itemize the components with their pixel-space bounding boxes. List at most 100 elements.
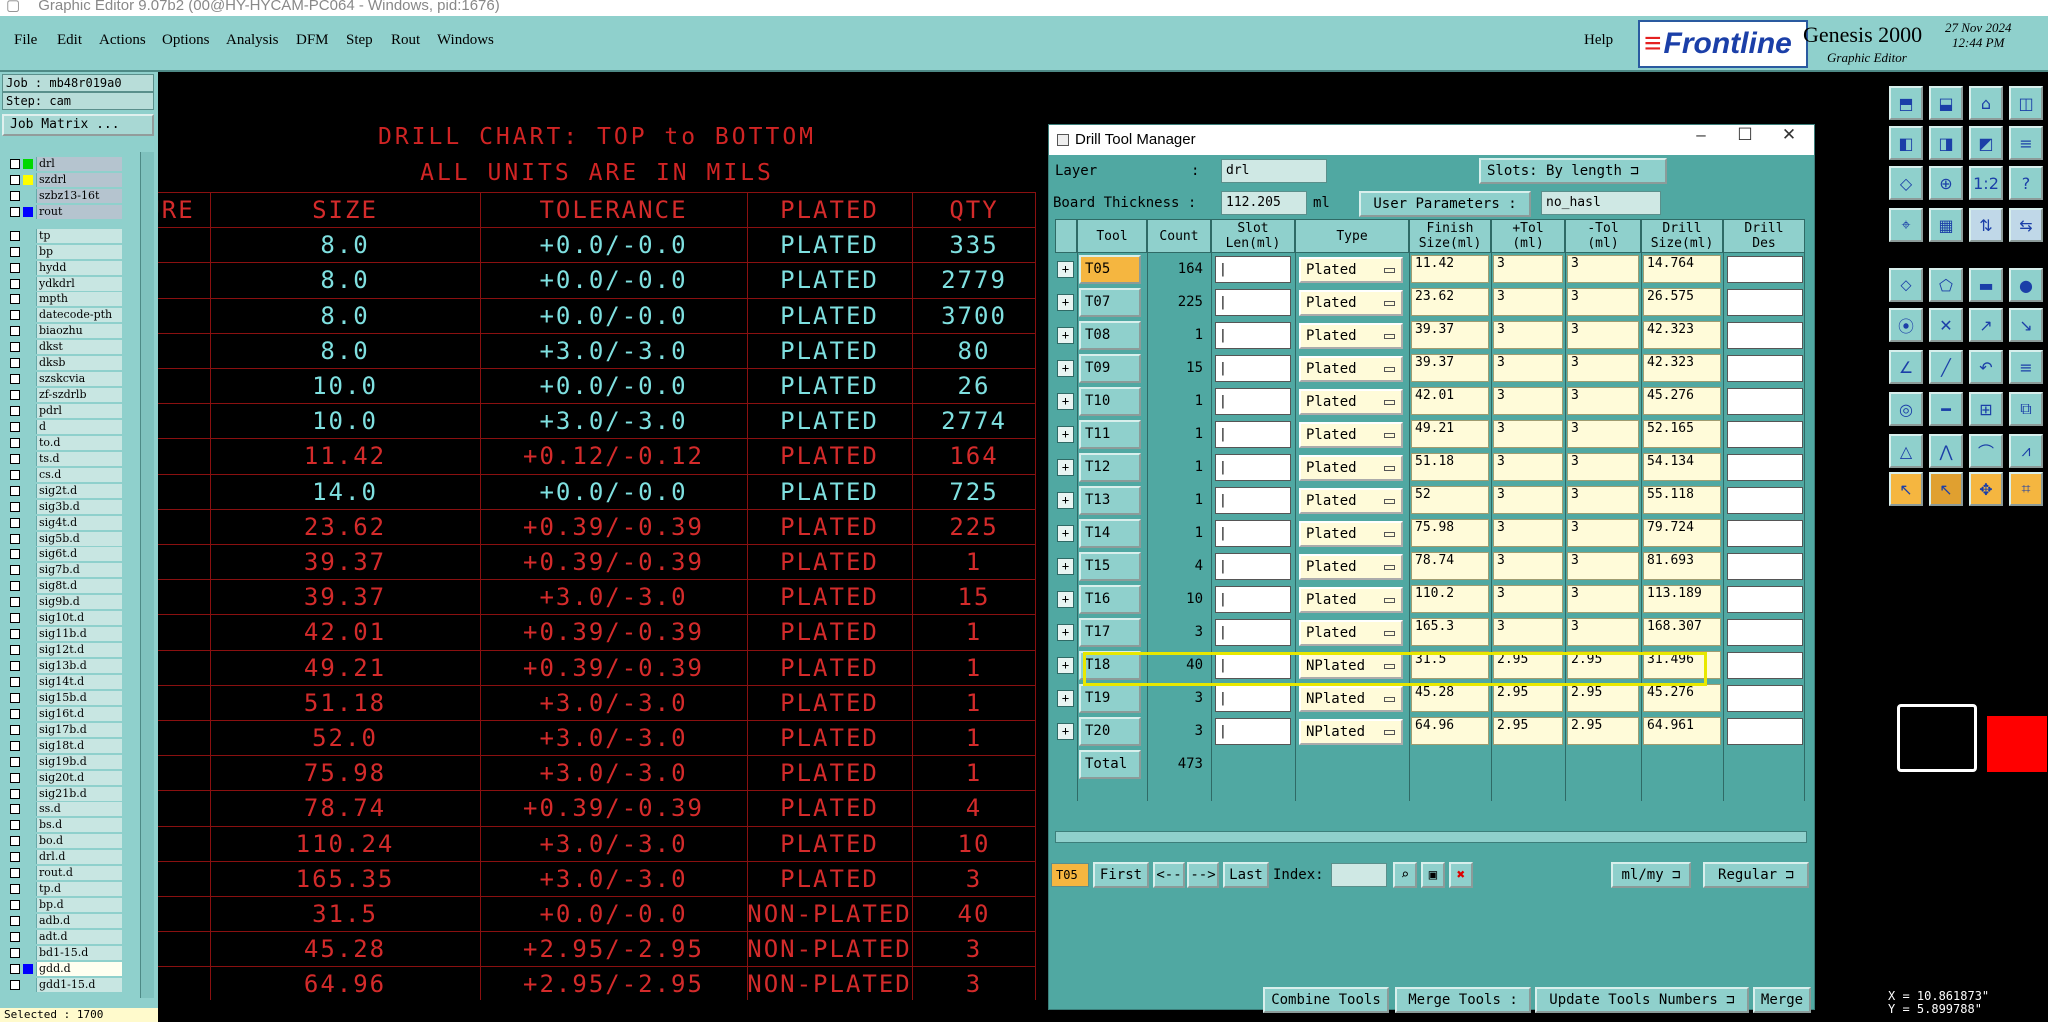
- layer-item[interactable]: sig21b.d: [4, 786, 124, 802]
- drill-des-field[interactable]: [1727, 520, 1803, 547]
- tool-row[interactable]: + T09 15 | Plated 39.37 3 3 42.323: [1055, 352, 1805, 385]
- layer-checkbox[interactable]: [10, 310, 20, 321]
- arrow-icon[interactable]: ⋀: [1929, 434, 1963, 468]
- last-button[interactable]: Last: [1223, 862, 1269, 888]
- layer-item[interactable]: tp: [4, 228, 124, 244]
- ntol-field[interactable]: 3: [1567, 321, 1639, 349]
- split-icon[interactable]: ◩: [1969, 126, 2003, 160]
- shape-icon[interactable]: ⬠: [1929, 268, 1963, 302]
- snap2-icon[interactable]: ⇆: [2009, 208, 2043, 242]
- layer-checkbox[interactable]: [10, 517, 20, 528]
- layer-checkbox[interactable]: [10, 900, 20, 911]
- layer-checkbox[interactable]: [10, 931, 20, 942]
- column-header[interactable]: Type: [1295, 219, 1409, 253]
- layer-item[interactable]: sig12t.d: [4, 642, 124, 658]
- tool-row[interactable]: + T05 164 | Plated 11.42 3 3 14.764: [1055, 253, 1805, 286]
- layer-item[interactable]: zf-szdrlb: [4, 387, 124, 403]
- layer-item[interactable]: sig14t.d: [4, 674, 124, 690]
- layer-item[interactable]: dksb: [4, 355, 124, 371]
- layer-checkbox[interactable]: [10, 661, 20, 672]
- draw-icon[interactable]: ∠: [1889, 350, 1923, 384]
- layer-item[interactable]: tp.d: [4, 881, 124, 897]
- triangle-icon[interactable]: △: [1889, 434, 1923, 468]
- layer-checkbox[interactable]: [10, 708, 20, 719]
- minimize-button[interactable]: –: [1679, 125, 1723, 155]
- drill-des-field[interactable]: [1727, 553, 1803, 580]
- scale-icon[interactable]: 1:2: [1969, 166, 2003, 200]
- prev-button[interactable]: <--: [1153, 862, 1185, 888]
- layer-item[interactable]: pdrl: [4, 403, 124, 419]
- slot-length-field[interactable]: |: [1215, 355, 1291, 382]
- ntol-field[interactable]: 3: [1567, 354, 1639, 382]
- expand-icon[interactable]: +: [1057, 360, 1074, 377]
- layer-item[interactable]: sig17b.d: [4, 722, 124, 738]
- expand-icon[interactable]: +: [1057, 492, 1074, 509]
- layer-item[interactable]: to.d: [4, 435, 124, 451]
- layer-item[interactable]: drl: [4, 156, 124, 172]
- layer-checkbox[interactable]: [10, 947, 20, 958]
- layer-item[interactable]: sig6t.d: [4, 547, 124, 563]
- type-selector[interactable]: NPlated: [1299, 686, 1403, 712]
- layer-checkbox[interactable]: [10, 158, 20, 169]
- drill-des-field[interactable]: [1727, 652, 1803, 679]
- layer-checkbox[interactable]: [10, 788, 20, 799]
- layer-checkbox[interactable]: [10, 374, 20, 385]
- menu-rout[interactable]: Rout: [391, 32, 420, 49]
- layer-item[interactable]: dkst: [4, 339, 124, 355]
- tool-button[interactable]: T20: [1079, 717, 1141, 746]
- ptol-field[interactable]: 3: [1493, 552, 1563, 580]
- update-tools-numbers-selector[interactable]: Update Tools Numbers ⊐: [1535, 987, 1749, 1013]
- layer-checkbox[interactable]: [10, 453, 20, 464]
- drill-field[interactable]: 42.323: [1643, 354, 1721, 382]
- slot-length-field[interactable]: |: [1215, 553, 1291, 580]
- layer-item[interactable]: sig10t.d: [4, 610, 124, 626]
- ntol-field[interactable]: 3: [1567, 519, 1639, 547]
- slot-length-field[interactable]: |: [1215, 652, 1291, 679]
- finish-field[interactable]: 49.21: [1411, 420, 1489, 448]
- tool-button[interactable]: T16: [1079, 585, 1141, 614]
- column-header[interactable]: [1055, 219, 1077, 253]
- layer-checkbox[interactable]: [10, 206, 20, 217]
- expand-icon[interactable]: +: [1057, 426, 1074, 443]
- tool-row[interactable]: + T12 1 | Plated 51.18 3 3 54.134: [1055, 451, 1805, 484]
- layer-item[interactable]: datecode-pth: [4, 307, 124, 323]
- layer-item[interactable]: drl.d: [4, 849, 124, 865]
- type-selector[interactable]: Plated: [1299, 587, 1403, 613]
- type-selector[interactable]: NPlated: [1299, 719, 1403, 745]
- layer-item[interactable]: bo.d: [4, 833, 124, 849]
- expand-icon[interactable]: +: [1057, 459, 1074, 476]
- layer-item[interactable]: [4, 220, 124, 228]
- tool-row[interactable]: + T08 1 | Plated 39.37 3 3 42.323: [1055, 319, 1805, 352]
- layer-item[interactable]: sig19b.d: [4, 754, 124, 770]
- type-selector[interactable]: Plated: [1299, 620, 1403, 646]
- layer-item[interactable]: d: [4, 419, 124, 435]
- left-icon[interactable]: ◧: [1889, 126, 1923, 160]
- text-icon[interactable]: ≡: [2009, 350, 2043, 384]
- layer-item[interactable]: ydkdrl: [4, 276, 124, 292]
- select-icon[interactable]: ⬦: [1889, 268, 1923, 302]
- menu-windows[interactable]: Windows: [437, 32, 494, 49]
- layers-icon[interactable]: ≡: [2009, 126, 2043, 160]
- finish-field[interactable]: 64.96: [1411, 717, 1489, 745]
- tool-row[interactable]: + T20 3 | NPlated 64.96 2.95 2.95 64.961: [1055, 715, 1805, 748]
- ptol-field[interactable]: 3: [1493, 387, 1563, 415]
- tool-button[interactable]: T13: [1079, 486, 1141, 515]
- ptol-field[interactable]: 3: [1493, 354, 1563, 382]
- layer-item[interactable]: szskcvia: [4, 371, 124, 387]
- tool-row[interactable]: + T07 225 | Plated 23.62 3 3 26.575: [1055, 286, 1805, 319]
- layer-item[interactable]: sig8t.d: [4, 578, 124, 594]
- right-icon[interactable]: ◨: [1929, 126, 1963, 160]
- slot-length-field[interactable]: |: [1215, 685, 1291, 712]
- tool-button[interactable]: T12: [1079, 453, 1141, 482]
- drill-field[interactable]: 14.764: [1643, 255, 1721, 283]
- type-selector[interactable]: Plated: [1299, 257, 1403, 283]
- tool-button[interactable]: T07: [1079, 288, 1141, 317]
- type-selector[interactable]: Plated: [1299, 290, 1403, 316]
- type-selector[interactable]: Plated: [1299, 422, 1403, 448]
- drill-des-field[interactable]: [1727, 421, 1803, 448]
- layer-checkbox[interactable]: [10, 549, 20, 560]
- layer-checkbox[interactable]: [10, 342, 20, 353]
- ntol-field[interactable]: 3: [1567, 552, 1639, 580]
- type-selector[interactable]: Plated: [1299, 521, 1403, 547]
- layer-item[interactable]: gdd.d: [4, 961, 124, 977]
